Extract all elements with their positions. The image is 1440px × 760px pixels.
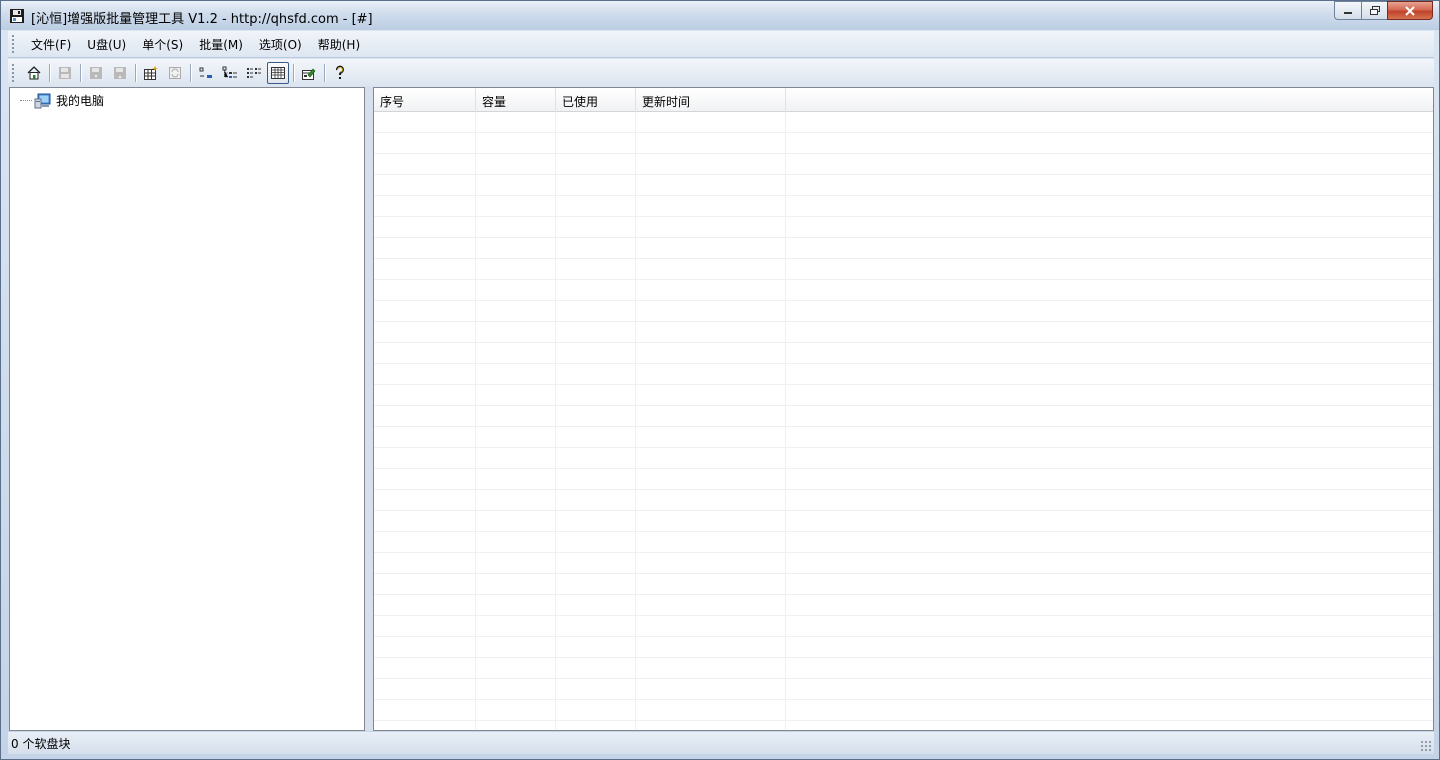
floppy-disk-app-icon[interactable]: [9, 8, 25, 24]
details-view-icon: [271, 66, 285, 79]
toolbar-separator: [293, 63, 294, 82]
list-view-icon: [247, 67, 261, 78]
small-icons-view-button[interactable]: [195, 62, 217, 84]
tree-connector-line: [20, 100, 32, 101]
close-button[interactable]: [1387, 1, 1433, 20]
disk-write-button[interactable]: [85, 62, 107, 84]
list-view-button[interactable]: [243, 62, 265, 84]
toolbar-separator: [324, 63, 325, 82]
details-view-button[interactable]: [267, 61, 289, 84]
properties-button[interactable]: [298, 62, 320, 84]
menu-file[interactable]: 文件(F): [23, 34, 79, 55]
minimize-icon: [1344, 11, 1352, 14]
toolbar-separator: [49, 63, 50, 82]
help-button[interactable]: [329, 62, 351, 84]
window-controls: [1334, 1, 1433, 20]
refresh-button[interactable]: [164, 62, 186, 84]
menu-help[interactable]: 帮助(H): [310, 34, 368, 55]
tree-panel[interactable]: 我的电脑: [9, 87, 365, 731]
column-divider: [635, 112, 636, 730]
column-header-update-time[interactable]: 更新时间: [636, 88, 786, 112]
menu-single[interactable]: 单个(S): [134, 34, 191, 55]
toolbar-separator: [190, 63, 191, 82]
disk-read-button[interactable]: [109, 62, 131, 84]
panel-splitter[interactable]: [365, 87, 373, 731]
column-header-capacity[interactable]: 容量: [476, 88, 556, 112]
column-divider: [475, 112, 476, 730]
window-title: [沁恒]增强版批量管理工具 V1.2 - http://qhsfd.com - …: [31, 12, 373, 27]
menu-options[interactable]: 选项(O): [251, 34, 310, 55]
tree-item-my-computer[interactable]: 我的电脑: [20, 92, 104, 109]
home-button[interactable]: [23, 62, 45, 84]
column-header-index[interactable]: 序号: [374, 88, 476, 112]
menu-usb[interactable]: U盘(U): [79, 34, 134, 55]
disk-read-icon: [114, 66, 126, 79]
save-disk-button[interactable]: [54, 62, 76, 84]
minimize-button[interactable]: [1334, 1, 1361, 20]
maximize-button[interactable]: [1361, 1, 1387, 20]
title-bar[interactable]: [沁恒]增强版批量管理工具 V1.2 - http://qhsfd.com - …: [1, 1, 1439, 30]
column-divider: [555, 112, 556, 730]
save-disk-icon: [59, 66, 71, 79]
help-icon: [336, 65, 344, 79]
column-divider: [785, 112, 786, 730]
tree-view-button[interactable]: [219, 62, 241, 84]
new-table-button[interactable]: [140, 62, 162, 84]
refresh-icon: [169, 66, 181, 79]
status-text: 0 个软盘块: [11, 736, 71, 751]
toolbar-separator: [80, 63, 81, 82]
tree-item-label: 我的电脑: [56, 94, 105, 108]
column-header-used[interactable]: 已使用: [556, 88, 636, 112]
tree-view-icon: [222, 66, 237, 78]
menu-batch[interactable]: 批量(M): [191, 34, 251, 55]
restore-icon: [1369, 5, 1380, 15]
app-window: [沁恒]增强版批量管理工具 V1.2 - http://qhsfd.com - …: [0, 0, 1440, 760]
disk-write-icon: [90, 66, 102, 79]
list-header: 序号 容量 已使用 更新时间: [374, 88, 1433, 112]
computer-icon: [34, 93, 52, 109]
new-table-icon: [144, 65, 158, 80]
list-grid-lines: [374, 112, 1433, 730]
disk-list-view[interactable]: 序号 容量 已使用 更新时间: [373, 87, 1434, 731]
close-icon: [1405, 5, 1415, 16]
properties-icon: [302, 68, 316, 80]
toolbar-grip[interactable]: [11, 62, 15, 83]
menu-bar: 文件(F) U盘(U) 单个(S) 批量(M) 选项(O) 帮助(H): [8, 31, 1434, 58]
toolbar-separator: [135, 63, 136, 82]
small-icons-view-icon: [199, 67, 212, 78]
toolbar: [8, 59, 1434, 86]
home-icon: [27, 65, 41, 79]
status-bar: 0 个软盘块: [8, 732, 1434, 754]
resize-grip[interactable]: [1420, 740, 1432, 752]
menubar-grip[interactable]: [11, 34, 15, 54]
